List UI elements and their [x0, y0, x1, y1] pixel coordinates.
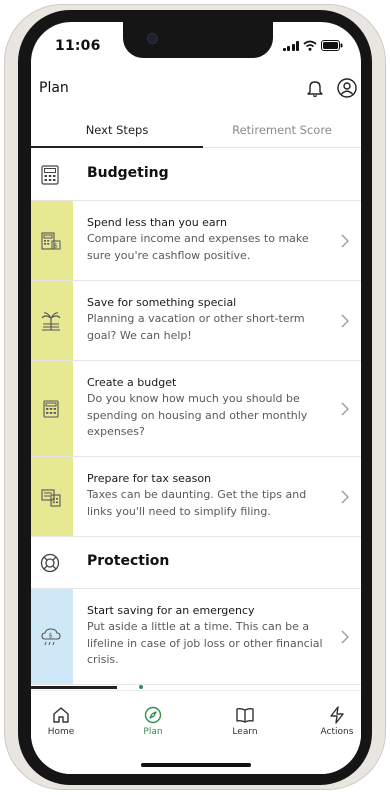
nav-item-home[interactable]: Home — [31, 705, 91, 737]
app-header: Plan — [31, 72, 361, 106]
card-title: Start saving for an emergency — [87, 604, 255, 617]
front-camera-icon — [147, 33, 158, 44]
profile-icon[interactable] — [335, 76, 359, 100]
card-description: lifeline in case of job loss or other fi… — [87, 636, 323, 650]
signal-icon — [282, 40, 299, 51]
tax-document-icon — [41, 489, 61, 507]
card-description: Put aside a little at a time. This can b… — [87, 620, 310, 633]
card-spend-less[interactable]: $ Spend less than you earn Compare incom… — [31, 201, 361, 281]
calculator-icon — [41, 165, 59, 185]
tab-next-steps[interactable]: Next Steps — [31, 112, 203, 148]
nav-item-learn[interactable]: Learn — [215, 705, 275, 737]
card-text: Create a budget Do you know how much you… — [87, 375, 327, 441]
nav-label: Home — [47, 727, 75, 737]
lightning-icon — [330, 706, 344, 724]
card-description: crisis. — [87, 653, 119, 666]
screen: 11:06 Plan Next Steps Retirement Score B… — [31, 22, 361, 774]
tab-retirement-score[interactable]: Retirement Score — [203, 112, 361, 148]
card-text: Prepare for tax season Taxes can be daun… — [87, 471, 327, 520]
scroll-indicator-dot — [139, 685, 143, 689]
home-indicator — [141, 763, 251, 767]
card-text: Save for something special Planning a va… — [87, 295, 327, 344]
card-description: sure you're cashflow positive. — [87, 248, 251, 262]
bell-icon[interactable] — [303, 76, 327, 100]
card-text: Spend less than you earn Compare income … — [87, 215, 327, 264]
card-description: Compare income and expenses to make — [87, 232, 309, 245]
plan-content: Budgeting $ Spend less than you earn Com… — [31, 149, 361, 685]
chevron-right-icon — [341, 314, 349, 328]
card-description: expenses? — [87, 425, 145, 438]
section-budgeting: Budgeting — [31, 149, 361, 201]
svg-text:$: $ — [54, 243, 58, 250]
card-tax-season[interactable]: Prepare for tax season Taxes can be daun… — [31, 457, 361, 537]
chevron-right-icon — [341, 402, 349, 416]
nav-item-plan[interactable]: Plan — [123, 705, 183, 737]
battery-icon — [321, 40, 343, 51]
section-title: Budgeting — [87, 165, 169, 181]
tab-bar: Next Steps Retirement Score — [31, 112, 361, 148]
active-tab-underline — [31, 146, 203, 148]
nav-label: Plan — [143, 727, 163, 737]
nav-label: Learn — [232, 727, 258, 737]
status-time: 11:06 — [55, 38, 101, 54]
card-title: Prepare for tax season — [87, 472, 212, 485]
card-title: Save for something special — [87, 296, 237, 309]
wifi-icon — [303, 40, 317, 51]
card-description: Do you know how much you should be — [87, 392, 300, 405]
card-create-budget[interactable]: Create a budget Do you know how much you… — [31, 361, 361, 457]
card-description: spending on housing and other monthly — [87, 408, 308, 422]
chevron-right-icon — [341, 234, 349, 248]
page-title: Plan — [39, 80, 69, 96]
budget-calculator-icon — [43, 400, 59, 418]
palm-tree-icon — [41, 312, 61, 331]
card-title: Create a budget — [87, 376, 177, 389]
card-description: links you'll need to simplify filing. — [87, 504, 271, 518]
home-icon — [53, 707, 69, 723]
card-emergency-saving[interactable]: $ Start saving for an emergency Put asid… — [31, 589, 361, 685]
book-icon — [236, 707, 254, 723]
scroll-indicator — [31, 686, 117, 689]
card-description: goal? We can help! — [87, 328, 192, 342]
rainy-day-money-icon: $ — [41, 628, 61, 646]
card-description: Taxes can be daunting. Get the tips and — [87, 488, 307, 501]
card-title: Spend less than you earn — [87, 216, 227, 229]
nav-label: Actions — [320, 727, 354, 737]
svg-text:$: $ — [49, 632, 53, 640]
camera-notch — [123, 22, 273, 58]
card-text: Start saving for an emergency Put aside … — [87, 603, 327, 669]
status-icons — [282, 40, 344, 51]
bottom-nav: Home Plan Learn Actions — [31, 690, 361, 774]
compass-icon — [144, 706, 162, 724]
nav-item-actions[interactable]: Actions — [307, 705, 361, 737]
section-title: Protection — [87, 553, 170, 569]
chevron-right-icon — [341, 630, 349, 644]
section-protection: Protection — [31, 537, 361, 589]
money-calculator-icon: $ — [41, 232, 61, 250]
card-save-special[interactable]: Save for something special Planning a va… — [31, 281, 361, 361]
card-description: Planning a vacation or other short-term — [87, 312, 305, 325]
chevron-right-icon — [341, 490, 349, 504]
life-ring-icon — [40, 553, 60, 573]
